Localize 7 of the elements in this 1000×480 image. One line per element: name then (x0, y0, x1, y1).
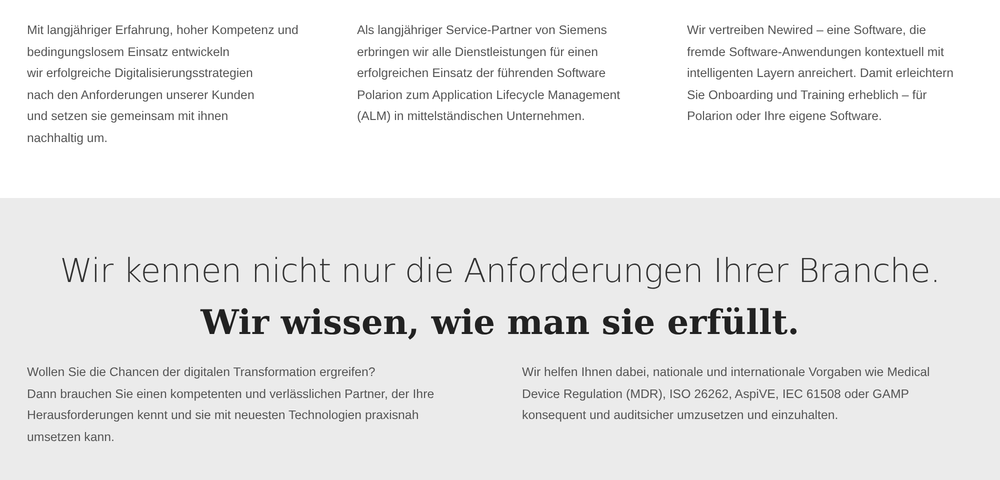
service-description: Als langjähriger Service-Partner von Siemens erbringen wir alle Dienstleistungen für einen erfolgreichen Einsatz der führenden Software Polarion zum Application Lifecycle Management (ALM) in mittelständischen Unternehmen. (357, 22, 622, 126)
body-paragraph: Wir helfen Ihnen dabei, nationale und internationale Vorgaben wie Medical Device Regulation (MDR), ISO 26262, AspiVE, IEC 61508 oder GAMP konsequent und auditsicher umzusetzen und einzuhalten. (522, 364, 930, 424)
section-subheadline: Wir wissen, wie man sie erfüllt. (199, 302, 800, 345)
service-description: Wir vertreiben Newired – eine Software, die fremde Software-Anwendungen kontextuell mit intelligenten Layern anreichert. Damit erleichtern Sie Onboarding und Training erheblich – für Polarion oder Ihre eigene Software. (687, 22, 955, 126)
section-headline: Wir kennen nicht nur die Anforderungen Ihrer Branche. (58, 250, 942, 292)
service-description: Mit langjähriger Erfahrung, hoher Kompetenz und bedingungslosem Einsatz entwickeln wir erfolgreiche Digitalisierungsstrategien nach den Anforderungen unserer Kunden und setzen sie gemeinsam mit ihnen nachhaltig um. (27, 22, 300, 147)
body-paragraph: Wollen Sie die Chancen der digitalen Transformation ergreifen? Dann brauchen Sie einen kompetenten und verlässlichen Partner, der Ihre Herausforderungen kennt und sie mit neuesten Technologien praxisnah umsetzen kann. (27, 364, 436, 446)
